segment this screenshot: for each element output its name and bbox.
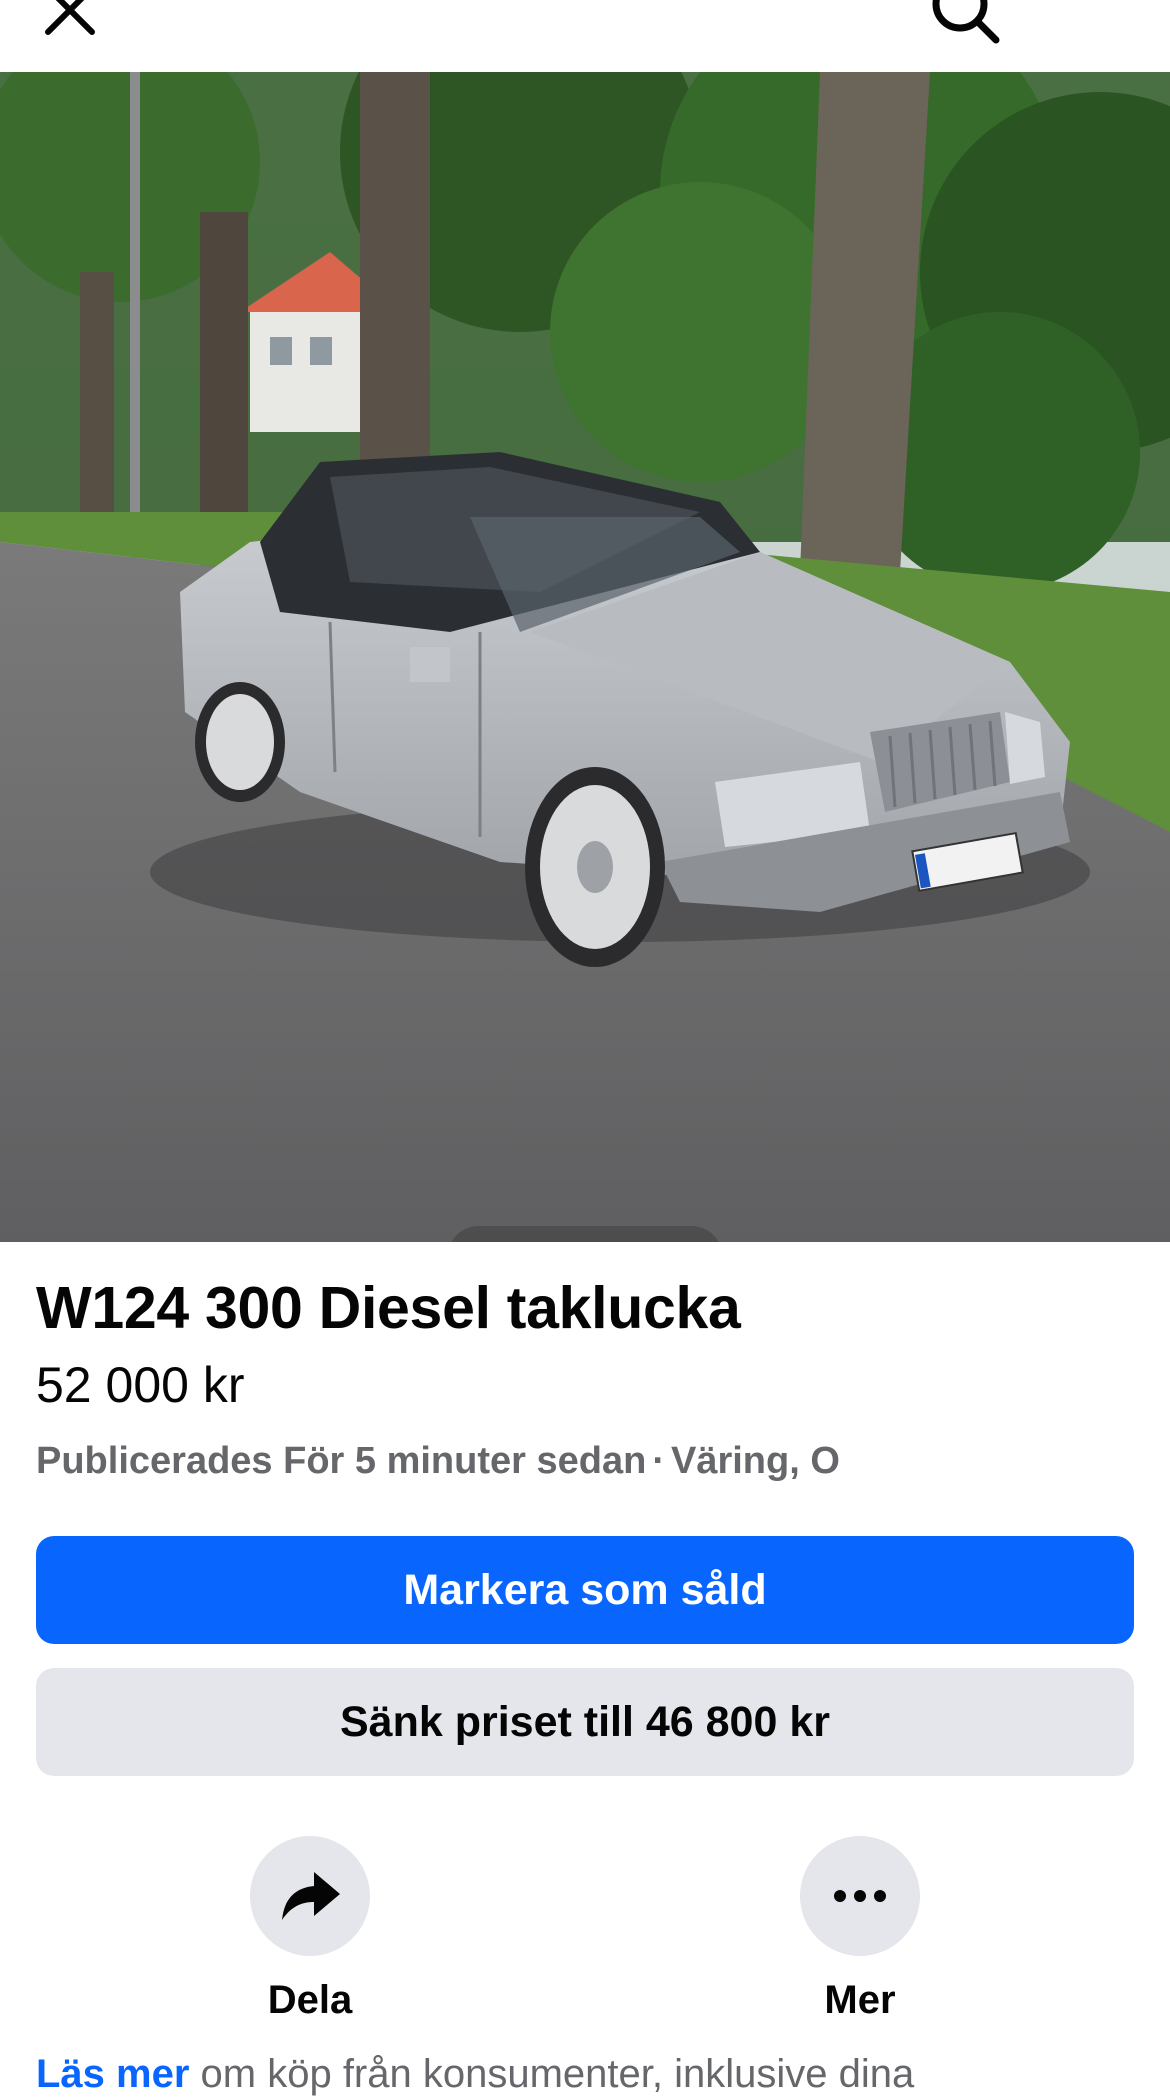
listing-price: 52 000 kr (36, 1357, 245, 1413)
lower-price-button[interactable]: Sänk priset till 46 800 kr (36, 1668, 1134, 1776)
listing-location[interactable]: Väring, O (671, 1440, 840, 1482)
mark-sold-button[interactable]: Markera som såld (36, 1536, 1134, 1644)
consumer-info-body: om köp från konsumenter, inklusive dina (189, 2052, 915, 2096)
more-label: Mer (824, 1978, 896, 2022)
search-icon[interactable] (926, 0, 1002, 46)
top-bar (0, 0, 1170, 74)
listing-photo[interactable] (0, 72, 1170, 1242)
more-button[interactable] (800, 1836, 920, 1956)
close-icon[interactable] (38, 0, 102, 42)
share-button[interactable] (250, 1836, 370, 1956)
share-arrow-icon (282, 1872, 340, 1920)
published-time: Publicerades För 5 minuter sedan (36, 1440, 647, 1482)
car-photo-illustration (0, 72, 1170, 1242)
listing-title: W124 300 Diesel taklucka (36, 1275, 741, 1341)
read-more-link[interactable]: Läs mer (36, 2052, 189, 2096)
listing-meta: Publicerades För 5 minuter sedan · Väring,… (36, 1440, 840, 1483)
consumer-info-text: Läs mer om köp från konsumenter, inklusi… (36, 2052, 914, 2097)
share-label: Dela (267, 1978, 353, 2022)
photo-pagination (447, 1226, 723, 1242)
share-action[interactable]: Dela (210, 1836, 410, 2023)
meta-separator: · (652, 1440, 665, 1482)
more-action[interactable]: Mer (760, 1836, 960, 2023)
more-dots-icon (834, 1890, 886, 1902)
